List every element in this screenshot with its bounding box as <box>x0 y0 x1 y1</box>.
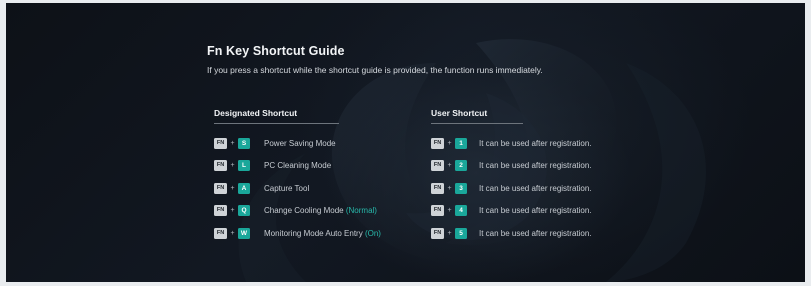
shortcut-function-label: Change Cooling Mode (Normal) <box>264 206 377 215</box>
fn-key: FN <box>214 205 227 217</box>
function-name: Capture Tool <box>264 183 310 193</box>
user-shortcut-row-5[interactable]: FN + 5 It can be used after registration… <box>431 222 592 245</box>
fn-key: FN <box>431 137 444 149</box>
user-shortcut-label: It can be used after registration. <box>479 138 592 148</box>
shortcut-key: A <box>238 182 250 194</box>
user-shortcut-header: User Shortcut <box>431 108 523 124</box>
shortcut-row-power-saving[interactable]: FN + S Power Saving Mode <box>214 132 381 155</box>
fn-key: FN <box>214 227 227 239</box>
shortcut-key: S <box>238 137 250 149</box>
user-shortcut-row-3[interactable]: FN + 3 It can be used after registration… <box>431 177 592 200</box>
shortcut-row-monitoring-mode[interactable]: FN + W Monitoring Mode Auto Entry (On) <box>214 222 381 245</box>
fn-key: FN <box>214 160 227 172</box>
shortcut-function-label: Power Saving Mode <box>264 139 336 148</box>
user-shortcut-row-4[interactable]: FN + 4 It can be used after registration… <box>431 200 592 223</box>
user-shortcut-label: It can be used after registration. <box>479 161 592 171</box>
fn-key: FN <box>431 182 444 194</box>
function-name: Change Cooling Mode <box>264 206 346 216</box>
fn-key: FN <box>431 205 444 217</box>
plus-sign: + <box>447 162 452 170</box>
plus-sign: + <box>447 184 452 192</box>
plus-sign: + <box>447 229 452 237</box>
plus-sign: + <box>230 229 235 237</box>
plus-sign: + <box>447 139 452 147</box>
fn-key: FN <box>214 137 227 149</box>
shortcut-key: L <box>238 160 250 172</box>
monitoring-mode-state: (On) <box>364 228 381 238</box>
wallpaper-bloom <box>238 39 706 282</box>
plus-sign: + <box>447 207 452 215</box>
guide-subtitle: If you press a shortcut while the shortc… <box>207 65 543 75</box>
function-name: PC Cleaning Mode <box>264 161 332 171</box>
cooling-mode-state: (Normal) <box>345 206 377 216</box>
shortcut-key: Q <box>238 205 250 217</box>
designated-shortcut-header: Designated Shortcut <box>214 108 339 124</box>
user-shortcut-list: FN + 1 It can be used after registration… <box>431 132 592 245</box>
wallpaper <box>6 3 805 282</box>
guide-title: Fn Key Shortcut Guide <box>207 44 345 58</box>
designated-shortcut-column: Designated Shortcut FN + S Power Saving … <box>214 108 381 245</box>
shortcut-key: 2 <box>455 160 467 172</box>
fn-key: FN <box>214 182 227 194</box>
shortcut-key: 1 <box>455 137 467 149</box>
fn-shortcut-guide-screen: Fn Key Shortcut Guide If you press a sho… <box>0 0 811 286</box>
shortcut-row-capture-tool[interactable]: FN + A Capture Tool <box>214 177 381 200</box>
designated-shortcut-list: FN + S Power Saving Mode FN + L PC Clean… <box>214 132 381 245</box>
plus-sign: + <box>230 162 235 170</box>
fn-key: FN <box>431 160 444 172</box>
user-shortcut-column: User Shortcut FN + 1 It can be used afte… <box>431 108 592 245</box>
plus-sign: + <box>230 207 235 215</box>
shortcut-key: 5 <box>455 227 467 239</box>
function-name: Power Saving Mode <box>264 138 336 148</box>
shortcut-row-pc-cleaning[interactable]: FN + L PC Cleaning Mode <box>214 155 381 178</box>
shortcut-key: W <box>238 227 250 239</box>
shortcut-function-label: Monitoring Mode Auto Entry (On) <box>264 229 381 238</box>
function-name: Monitoring Mode Auto Entry <box>264 228 365 238</box>
plus-sign: + <box>230 184 235 192</box>
shortcut-key: 3 <box>455 182 467 194</box>
shortcut-function-label: PC Cleaning Mode <box>264 161 331 170</box>
user-shortcut-row-1[interactable]: FN + 1 It can be used after registration… <box>431 132 592 155</box>
user-shortcut-label: It can be used after registration. <box>479 228 592 238</box>
shortcut-function-label: Capture Tool <box>264 184 309 193</box>
user-shortcut-row-2[interactable]: FN + 2 It can be used after registration… <box>431 155 592 178</box>
plus-sign: + <box>230 139 235 147</box>
user-shortcut-label: It can be used after registration. <box>479 183 592 193</box>
fn-key: FN <box>431 227 444 239</box>
user-shortcut-label: It can be used after registration. <box>479 206 592 216</box>
shortcut-key: 4 <box>455 205 467 217</box>
shortcut-row-cooling-mode[interactable]: FN + Q Change Cooling Mode (Normal) <box>214 200 381 223</box>
